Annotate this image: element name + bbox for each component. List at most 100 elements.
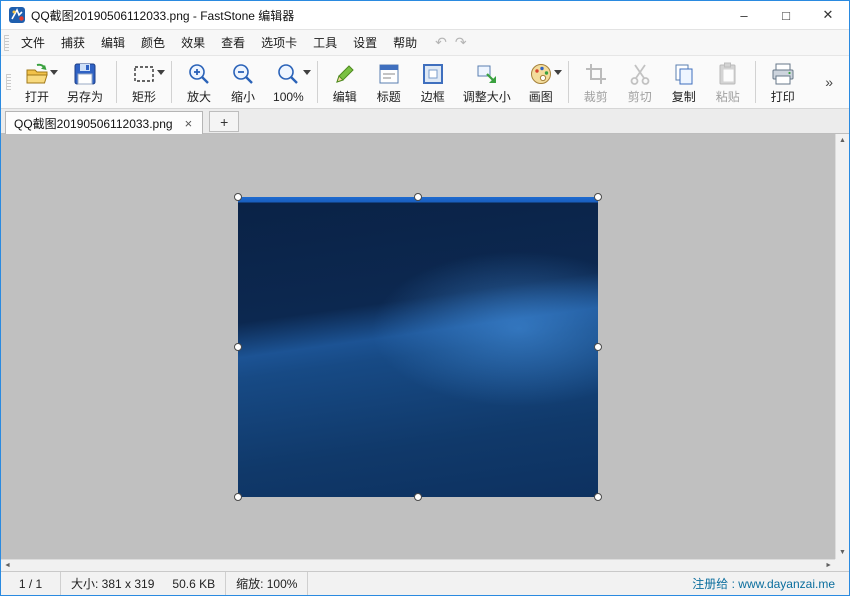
- tab-label: QQ截图20190506112033.png: [14, 115, 173, 132]
- tab-close-icon[interactable]: ×: [183, 116, 195, 131]
- cut-label: 剪切: [628, 90, 652, 104]
- menu-effects[interactable]: 效果: [173, 30, 213, 55]
- editor-canvas[interactable]: ▲ ▼ ◄ ►: [1, 134, 849, 571]
- scissors-icon: [627, 61, 653, 87]
- status-spacer: [308, 572, 682, 595]
- image-content[interactable]: [238, 197, 598, 497]
- menu-colors[interactable]: 颜色: [133, 30, 173, 55]
- undo-redo-group: ↶ ↷: [435, 34, 466, 51]
- print-label: 打印: [771, 90, 795, 104]
- toolbar-separator: [116, 61, 117, 103]
- menu-view[interactable]: 查看: [213, 30, 253, 55]
- open-button[interactable]: 打开: [15, 58, 59, 106]
- selection-handle-w[interactable]: [234, 343, 242, 351]
- border-label: 边框: [421, 90, 445, 104]
- new-tab-button[interactable]: +: [209, 111, 239, 132]
- selection-handle-sw[interactable]: [234, 493, 242, 501]
- scroll-down-arrow-icon[interactable]: ▼: [836, 546, 849, 559]
- window-controls: – □ ✕: [723, 1, 849, 29]
- scroll-left-arrow-icon[interactable]: ◄: [1, 559, 14, 571]
- toolbar-overflow-chevron[interactable]: »: [819, 70, 839, 94]
- horizontal-scrollbar[interactable]: ◄ ►: [1, 559, 835, 571]
- zoom-out-button[interactable]: 缩小: [221, 58, 265, 106]
- selection-handle-e[interactable]: [594, 343, 602, 351]
- save-as-button[interactable]: 另存为: [59, 58, 111, 106]
- rect-select-dropdown-arrow-icon[interactable]: [157, 70, 165, 75]
- open-dropdown-arrow-icon[interactable]: [50, 70, 58, 75]
- border-button[interactable]: 边框: [411, 58, 455, 106]
- redo-icon[interactable]: ↷: [455, 34, 467, 51]
- image-selection[interactable]: [238, 197, 598, 497]
- copy-button[interactable]: 复制: [662, 58, 706, 106]
- scroll-right-arrow-icon[interactable]: ►: [822, 559, 835, 571]
- toolbar-separator: [171, 61, 172, 103]
- resize-icon: [474, 61, 500, 87]
- window-title: QQ截图20190506112033.png - FastStone 编辑器: [31, 7, 294, 24]
- status-registered-to: 注册给 : www.dayanzai.me: [682, 572, 849, 595]
- zoom-out-icon: [230, 61, 256, 87]
- edit-button[interactable]: 编辑: [323, 58, 367, 106]
- status-bar: 1 / 1 大小: 381 x 319 50.6 KB 缩放: 100% 注册给…: [1, 571, 849, 595]
- zoom-100-label: 100%: [273, 90, 304, 104]
- toolbar-separator: [755, 61, 756, 103]
- zoom-in-icon: [186, 61, 212, 87]
- border-frame-icon: [420, 61, 446, 87]
- vertical-scrollbar[interactable]: ▲ ▼: [835, 134, 849, 559]
- status-page-indicator: 1 / 1: [1, 572, 61, 595]
- tab-bar: QQ截图20190506112033.png × +: [1, 109, 849, 134]
- menu-tabs[interactable]: 选项卡: [253, 30, 305, 55]
- status-file-size: 50.6 KB: [172, 577, 215, 591]
- status-size-cell: 大小: 381 x 319 50.6 KB: [61, 572, 226, 595]
- status-image-size: 大小: 381 x 319: [71, 575, 154, 592]
- minimize-button[interactable]: –: [723, 1, 765, 29]
- copy-pages-icon: [671, 61, 697, 87]
- printer-icon: [770, 61, 796, 87]
- copy-label: 复制: [672, 90, 696, 104]
- clipboard-paste-icon: [715, 61, 741, 87]
- caption-window-icon: [376, 61, 402, 87]
- close-button[interactable]: ✕: [807, 1, 849, 29]
- selection-handle-ne[interactable]: [594, 193, 602, 201]
- selection-handle-s[interactable]: [414, 493, 422, 501]
- draw-button[interactable]: 画图: [519, 58, 563, 106]
- caption-button[interactable]: 标题: [367, 58, 411, 106]
- zoom-100-icon: [275, 61, 301, 87]
- resize-button[interactable]: 调整大小: [455, 58, 519, 106]
- toolbar-separator: [568, 61, 569, 103]
- rectangle-select-icon: [131, 61, 157, 87]
- menu-tools[interactable]: 工具: [305, 30, 345, 55]
- toolbar-grip: [6, 74, 11, 90]
- crop-icon: [583, 61, 609, 87]
- menu-edit[interactable]: 编辑: [93, 30, 133, 55]
- rect-select-button[interactable]: 矩形: [122, 58, 166, 106]
- draw-dropdown-arrow-icon[interactable]: [554, 70, 562, 75]
- edit-label: 编辑: [333, 90, 357, 104]
- crop-button: 裁剪: [574, 58, 618, 106]
- selection-handle-nw[interactable]: [234, 193, 242, 201]
- zoom-in-label: 放大: [187, 90, 211, 104]
- menu-file[interactable]: 文件: [13, 30, 53, 55]
- menu-settings[interactable]: 设置: [345, 30, 385, 55]
- faststone-app-icon: [9, 7, 25, 23]
- cut-button: 剪切: [618, 58, 662, 106]
- print-button[interactable]: 打印: [761, 58, 805, 106]
- selection-handle-se[interactable]: [594, 493, 602, 501]
- open-folder-icon: [24, 61, 50, 87]
- zoom-dropdown-arrow-icon[interactable]: [303, 70, 311, 75]
- zoom-out-label: 缩小: [231, 90, 255, 104]
- zoom-in-button[interactable]: 放大: [177, 58, 221, 106]
- draw-label: 画图: [529, 90, 553, 104]
- maximize-button[interactable]: □: [765, 1, 807, 29]
- crop-label: 裁剪: [584, 90, 608, 104]
- menu-help[interactable]: 帮助: [385, 30, 425, 55]
- undo-icon[interactable]: ↶: [435, 34, 447, 51]
- caption-label: 标题: [377, 90, 401, 104]
- zoom-100-button[interactable]: 100%: [265, 58, 312, 106]
- menu-capture[interactable]: 捕获: [53, 30, 93, 55]
- scroll-up-arrow-icon[interactable]: ▲: [836, 134, 849, 147]
- status-zoom: 缩放: 100%: [226, 572, 308, 595]
- tab-active[interactable]: QQ截图20190506112033.png ×: [5, 111, 203, 134]
- selection-handle-n[interactable]: [414, 193, 422, 201]
- menubar-grip: [4, 35, 9, 51]
- resize-label: 调整大小: [463, 90, 511, 104]
